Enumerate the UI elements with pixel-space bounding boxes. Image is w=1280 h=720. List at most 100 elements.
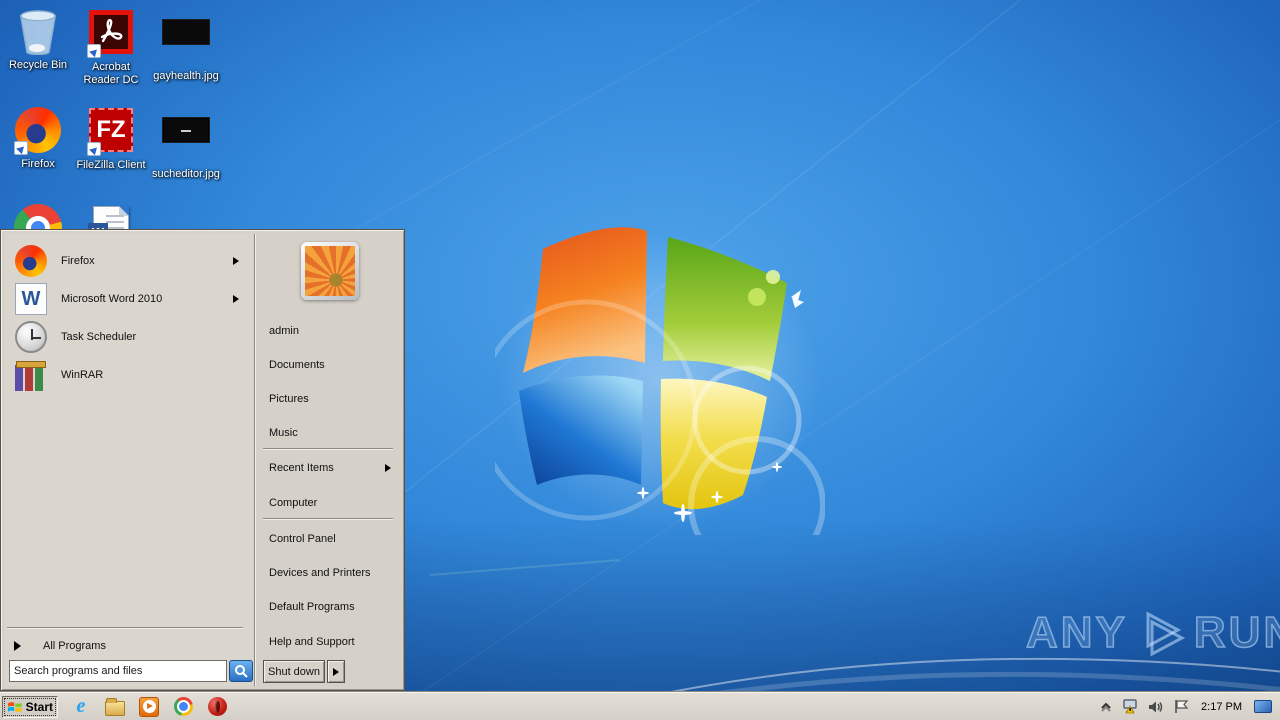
- volume-icon: [1149, 701, 1163, 712]
- filezilla-icon: FZ: [87, 108, 135, 156]
- shortcut-arrow-icon: [14, 141, 28, 155]
- quicklaunch-media-player[interactable]: [138, 696, 160, 718]
- desktop-icon-filezilla[interactable]: FZ FileZilla Client: [73, 106, 149, 172]
- start-menu-item-help-support[interactable]: Help and Support: [257, 630, 401, 654]
- word-icon: W: [15, 283, 47, 315]
- start-menu: Firefox W Microsoft Word 2010 Task Sched…: [0, 229, 405, 691]
- image-thumbnail-icon: [162, 19, 210, 67]
- menu-item-label: Documents: [269, 359, 325, 371]
- menu-item-label: Recent Items: [269, 462, 334, 474]
- menu-item-label: Devices and Printers: [269, 567, 371, 579]
- start-menu-item-default-programs[interactable]: Default Programs: [257, 595, 401, 619]
- image-thumbnail-icon: [162, 117, 210, 165]
- chrome-icon: [173, 697, 193, 716]
- separator: [263, 518, 393, 520]
- menu-item-label: admin: [269, 325, 299, 337]
- network-warning-icon: [1123, 699, 1137, 714]
- desktop: ANY RUN Recycle Bin Acrobat: [0, 0, 1280, 720]
- windows-logo: [495, 227, 825, 535]
- start-menu-divider: [254, 234, 256, 686]
- start-menu-item-firefox[interactable]: Firefox: [1, 242, 249, 280]
- recycle-bin-icon: [14, 8, 62, 56]
- collapse-chevron-icon: [1101, 702, 1111, 712]
- menu-item-label: Firefox: [61, 255, 95, 267]
- quicklaunch-red-app[interactable]: [206, 696, 228, 718]
- anyrun-watermark: ANY RUN: [1025, 606, 1280, 660]
- action-center-flag-icon: [1175, 700, 1189, 713]
- start-menu-item-recent-items[interactable]: Recent Items: [257, 456, 401, 480]
- start-menu-item-pictures[interactable]: Pictures: [257, 387, 401, 411]
- quicklaunch-chrome[interactable]: [172, 696, 194, 718]
- taskbar-clock[interactable]: 2:17 PM: [1198, 701, 1245, 713]
- menu-item-label: Control Panel: [269, 533, 336, 545]
- quicklaunch-windows-explorer[interactable]: [104, 696, 126, 718]
- desktop-icon-gayhealth[interactable]: gayhealth.jpg: [148, 8, 224, 83]
- user-avatar[interactable]: [301, 242, 359, 300]
- start-menu-item-documents[interactable]: Documents: [257, 353, 401, 377]
- display-tray-icon[interactable]: [1254, 700, 1272, 713]
- start-menu-item-computer[interactable]: Computer: [257, 491, 401, 515]
- tray-action-center[interactable]: [1173, 699, 1189, 714]
- all-programs-button[interactable]: All Programs: [5, 633, 253, 659]
- desktop-icon-recycle-bin[interactable]: Recycle Bin: [0, 8, 76, 72]
- start-menu-item-user[interactable]: admin: [257, 319, 401, 343]
- tray-volume[interactable]: [1148, 700, 1164, 714]
- menu-item-label: Computer: [269, 497, 318, 509]
- tray-network[interactable]: [1121, 699, 1139, 714]
- anyrun-play-icon: [1146, 611, 1186, 657]
- menu-item-label: Pictures: [269, 393, 309, 405]
- start-menu-item-word[interactable]: W Microsoft Word 2010: [1, 280, 249, 318]
- search-input[interactable]: [9, 660, 227, 682]
- media-player-icon: [139, 696, 159, 717]
- desktop-icon-label: Acrobat Reader DC: [83, 61, 139, 86]
- shutdown-button[interactable]: Shut down: [263, 660, 325, 683]
- search-button[interactable]: [229, 660, 253, 682]
- shutdown-options-button[interactable]: [327, 660, 345, 683]
- start-menu-item-music[interactable]: Music: [257, 421, 401, 445]
- menu-item-label: Task Scheduler: [61, 331, 137, 343]
- menu-item-label: Music: [269, 427, 298, 439]
- menu-item-label: Default Programs: [269, 601, 355, 613]
- start-menu-item-winrar[interactable]: WinRAR: [1, 356, 249, 394]
- desktop-icon-firefox[interactable]: Firefox: [0, 106, 76, 171]
- desktop-icon-label: Firefox: [21, 158, 55, 170]
- shortcut-arrow-icon: [87, 142, 101, 156]
- desktop-icon-label: Recycle Bin: [8, 59, 68, 71]
- submenu-arrow-icon: [233, 257, 239, 265]
- desktop-icon-sucheditor[interactable]: sucheditor.jpg: [148, 106, 224, 181]
- tray-collapse-button[interactable]: [1100, 702, 1112, 712]
- watermark-text-any: ANY: [1025, 608, 1128, 657]
- system-tray: 2:17 PM: [1100, 699, 1280, 714]
- start-menu-item-control-panel[interactable]: Control Panel: [257, 527, 401, 551]
- start-button-label: Start: [25, 699, 53, 714]
- all-programs-label: All Programs: [43, 640, 106, 652]
- menu-item-label: Help and Support: [269, 636, 355, 648]
- start-menu-item-devices-printers[interactable]: Devices and Printers: [257, 561, 401, 585]
- firefox-icon: [14, 107, 62, 155]
- acrobat-reader-icon: [87, 10, 135, 58]
- start-menu-item-task-scheduler[interactable]: Task Scheduler: [1, 318, 249, 356]
- start-button[interactable]: Start: [2, 695, 58, 718]
- desktop-icon-acrobat[interactable]: Acrobat Reader DC: [73, 8, 149, 87]
- quicklaunch-internet-explorer[interactable]: e: [70, 695, 92, 718]
- separator: [7, 627, 243, 629]
- windows-explorer-icon: [105, 697, 125, 716]
- firefox-icon: [15, 245, 47, 277]
- windows-flag-icon: [7, 701, 22, 712]
- submenu-arrow-icon: [385, 464, 391, 472]
- separator: [263, 448, 393, 450]
- internet-explorer-icon: e: [76, 695, 86, 717]
- shortcut-arrow-icon: [87, 44, 101, 58]
- watermark-text-run: RUN: [1193, 608, 1280, 657]
- flower-picture: [305, 246, 355, 296]
- desktop-icon-label: FileZilla Client: [76, 159, 146, 171]
- start-menu-right-content: admin Documents Pictures Music Recent It…: [257, 234, 401, 686]
- desktop-icon-label: sucheditor.jpg: [152, 168, 220, 180]
- all-programs-arrow-icon: [14, 641, 21, 651]
- menu-item-label: WinRAR: [61, 369, 104, 381]
- shutdown-arrow-icon: [333, 667, 339, 676]
- red-circle-app-icon: [207, 697, 227, 716]
- search-icon: [235, 665, 248, 678]
- menu-item-label: Microsoft Word 2010: [61, 293, 163, 305]
- submenu-arrow-icon: [233, 295, 239, 303]
